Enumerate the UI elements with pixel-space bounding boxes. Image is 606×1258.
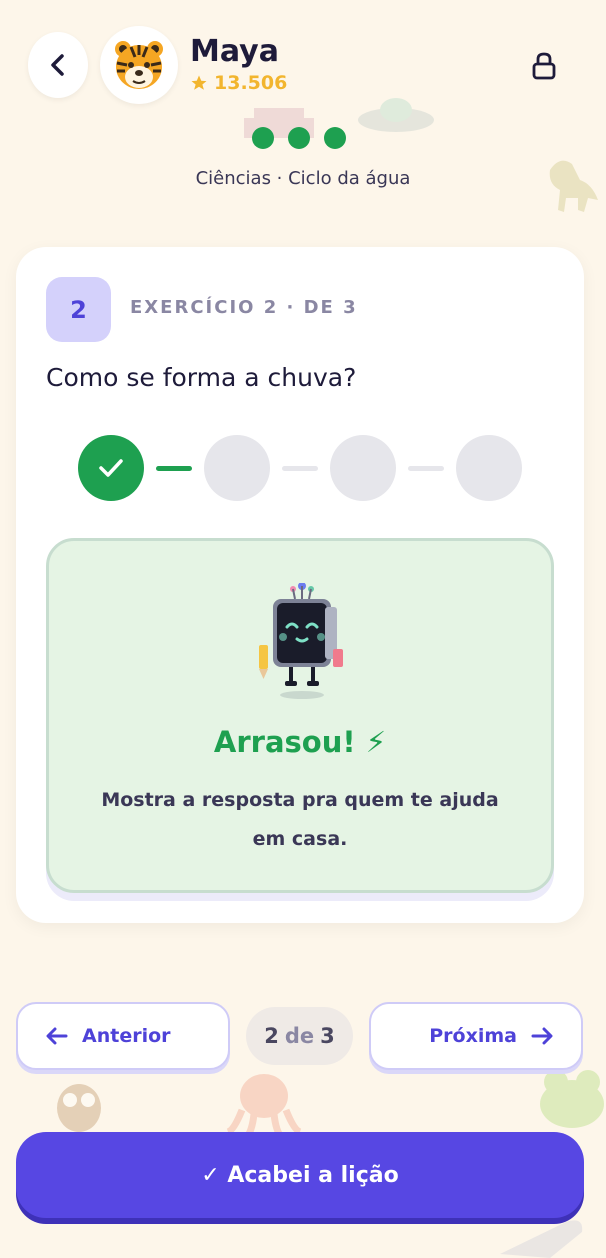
step-1-completed [78, 435, 144, 501]
step-connector [408, 466, 444, 471]
progress-dot [324, 127, 346, 149]
result-title: Arrasou! ⚡ [213, 725, 387, 759]
page-indicator: 2 de 3 [246, 1007, 353, 1065]
step-2 [204, 435, 270, 501]
user-name: Maya [190, 34, 279, 69]
step-4 [456, 435, 522, 501]
points-value: 13.506 [214, 72, 288, 94]
lock-button[interactable] [526, 48, 562, 84]
step-3 [330, 435, 396, 501]
owl-decoration [57, 1084, 101, 1132]
step-indicator [78, 435, 524, 503]
arrow-left-icon [46, 1027, 68, 1045]
next-button[interactable]: Próxima [369, 1002, 583, 1070]
points-display: 13.506 [190, 72, 287, 94]
octopus-decoration [226, 1074, 302, 1140]
check-icon [99, 459, 123, 477]
next-label: Próxima [429, 1025, 517, 1047]
current-page: 2 [264, 1024, 279, 1048]
previous-label: Anterior [82, 1025, 171, 1047]
step-connector [282, 466, 318, 471]
chevron-left-icon [51, 54, 64, 76]
lesson-subtitle: Ciências · Ciclo da água [195, 168, 411, 189]
question-text: Como se forma a chuva? [46, 363, 357, 392]
total-pages: 3 [320, 1024, 335, 1048]
arrow-right-icon [531, 1027, 553, 1045]
result-message: Mostra a resposta pra quem te ajuda em c… [101, 789, 499, 850]
exercise-number-badge: 2 [46, 277, 111, 342]
success-panel: Arrasou! ⚡ Mostra a resposta pra quem te… [46, 538, 554, 893]
frog-decoration [540, 1070, 604, 1128]
tiger-icon [115, 41, 163, 89]
progress-dot [252, 127, 274, 149]
rocket-decoration [500, 1220, 583, 1258]
star-icon [191, 75, 207, 90]
page-separator: de [284, 1024, 315, 1048]
previous-button[interactable]: Anterior [16, 1002, 230, 1070]
avatar[interactable] [100, 26, 178, 104]
ufo-decoration [358, 98, 434, 132]
exercise-label: EXERCÍCIO 2 · DE 3 [130, 297, 358, 318]
lock-icon [532, 52, 556, 80]
back-button[interactable] [28, 32, 88, 98]
robot-mascot-icon [259, 583, 343, 699]
finish-lesson-button[interactable]: ✓ Acabei a lição [16, 1132, 584, 1218]
step-connector [156, 466, 192, 471]
exercise-card: 2 EXERCÍCIO 2 · DE 3 Como se forma a chu… [16, 247, 584, 923]
lesson-progress-dots [252, 127, 346, 149]
finish-label: ✓ Acabei a lição [201, 1162, 399, 1188]
progress-dot [288, 127, 310, 149]
